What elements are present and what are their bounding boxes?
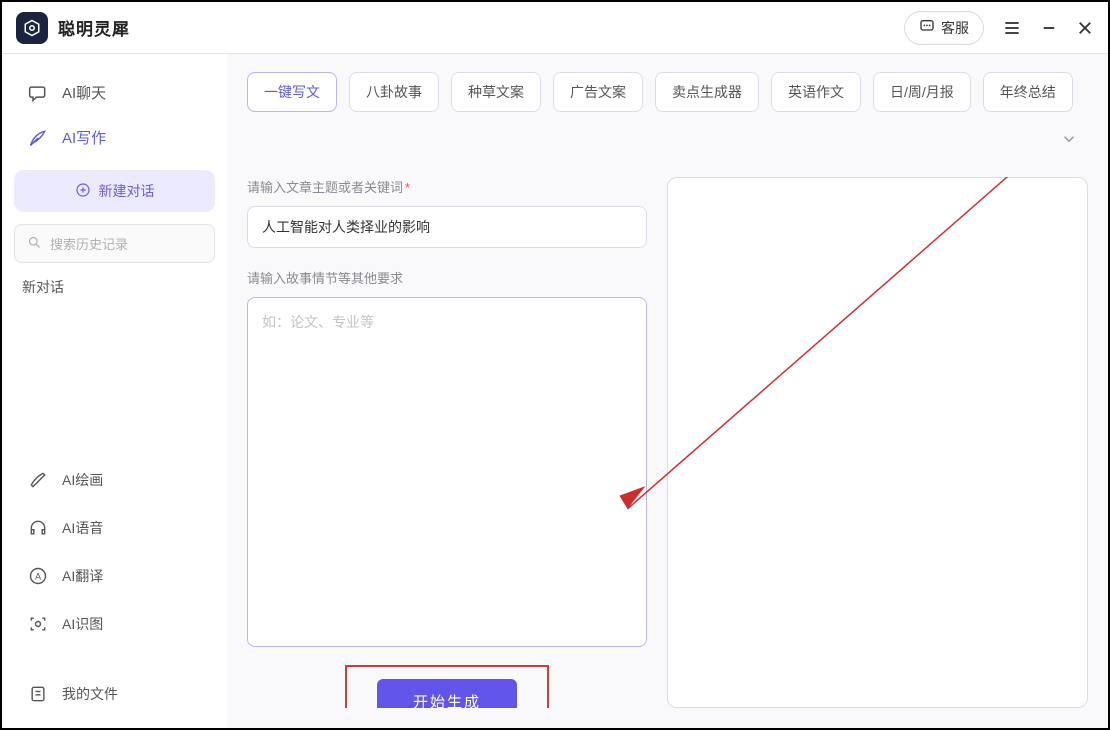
category-tab[interactable]: 一键写文 (247, 72, 337, 112)
category-tab[interactable]: 种草文案 (451, 72, 541, 112)
category-tab[interactable]: 年终总结 (983, 72, 1073, 112)
new-chat-button[interactable]: 新建对话 (14, 170, 215, 212)
app-logo-icon (16, 12, 48, 44)
output-panel (667, 177, 1088, 708)
translate-icon: A (28, 566, 48, 586)
menu-icon[interactable] (1002, 18, 1022, 38)
generate-button[interactable]: 开始生成 (377, 679, 517, 708)
sidebar-item-my-files[interactable]: 我的文件 (14, 672, 215, 716)
chat-icon (919, 18, 935, 37)
sidebar-item-label: AI绘画 (62, 470, 103, 490)
sidebar-item-ai-writing[interactable]: AI写作 (14, 115, 215, 160)
category-tab[interactable]: 英语作文 (771, 72, 861, 112)
action-zone: 开始生成 (247, 665, 647, 708)
new-chat-label: 新建对话 (99, 181, 155, 201)
image-scan-icon (28, 614, 48, 634)
titlebar: 聪明灵犀 客服 (2, 2, 1108, 54)
search-icon (27, 235, 42, 253)
sidebar-item-ai-translate[interactable]: A AI翻译 (14, 554, 215, 598)
category-tabs: 一键写文 八卦故事 种草文案 广告文案 卖点生成器 英语作文 日/周/月报 年终… (247, 72, 1088, 159)
search-placeholder: 搜索历史记录 (50, 234, 128, 253)
sidebar-item-label: AI语音 (62, 518, 103, 538)
file-icon (28, 684, 48, 704)
category-tab[interactable]: 日/周/月报 (873, 72, 971, 112)
main-content: 一键写文 八卦故事 种草文案 广告文案 卖点生成器 英语作文 日/周/月报 年终… (227, 54, 1108, 728)
history-item[interactable]: 新对话 (14, 263, 215, 307)
customer-service-label: 客服 (941, 18, 969, 38)
search-input[interactable]: 搜索历史记录 (14, 224, 215, 263)
feather-icon (28, 128, 48, 148)
sidebar-item-ai-voice[interactable]: AI语音 (14, 506, 215, 550)
extra-requirements-input[interactable] (247, 297, 647, 647)
topic-field-label: 请输入文章主题或者关键词* (247, 177, 647, 196)
app-title: 聪明灵犀 (58, 15, 130, 40)
close-icon[interactable] (1076, 19, 1094, 37)
chevron-down-icon (1060, 135, 1078, 152)
minimize-icon[interactable] (1040, 19, 1058, 37)
headphones-icon (28, 518, 48, 538)
sidebar-item-label: 我的文件 (62, 684, 118, 704)
svg-text:A: A (35, 571, 42, 581)
sidebar-item-label: AI聊天 (62, 82, 106, 103)
sidebar: AI聊天 AI写作 新建对话 搜索历史记录 新对话 AI绘画 AI语音 (2, 54, 227, 728)
category-tab[interactable]: 八卦故事 (349, 72, 439, 112)
window-controls (1002, 18, 1094, 38)
sidebar-item-ai-drawing[interactable]: AI绘画 (14, 458, 215, 502)
history-title: 新对话 (22, 279, 64, 295)
extra-field-label: 请输入故事情节等其他要求 (247, 268, 647, 287)
app-logo: 聪明灵犀 (16, 12, 130, 44)
sidebar-item-label: AI写作 (62, 127, 106, 148)
sidebar-item-label: AI识图 (62, 614, 103, 634)
customer-service-button[interactable]: 客服 (904, 11, 984, 45)
sidebar-item-ai-image-recognition[interactable]: AI识图 (14, 602, 215, 646)
sidebar-bottom-nav: AI绘画 AI语音 A AI翻译 AI识图 我的文件 (14, 458, 215, 716)
category-tab[interactable]: 广告文案 (553, 72, 643, 112)
annotation-highlight-box: 开始生成 (345, 665, 549, 708)
content-row: 请输入文章主题或者关键词* 请输入故事情节等其他要求 开始生成 (247, 177, 1088, 708)
brush-icon (28, 470, 48, 490)
category-tab[interactable]: 卖点生成器 (655, 72, 759, 112)
plus-circle-icon (75, 182, 91, 201)
category-expand-toggle[interactable] (1050, 124, 1088, 159)
chat-bubble-icon (28, 83, 48, 103)
sidebar-item-label: AI翻译 (62, 566, 103, 586)
workspace: AI聊天 AI写作 新建对话 搜索历史记录 新对话 AI绘画 AI语音 (2, 54, 1108, 728)
form-column: 请输入文章主题或者关键词* 请输入故事情节等其他要求 开始生成 (247, 177, 647, 708)
topic-input[interactable] (247, 206, 647, 248)
sidebar-item-ai-chat[interactable]: AI聊天 (14, 70, 215, 115)
